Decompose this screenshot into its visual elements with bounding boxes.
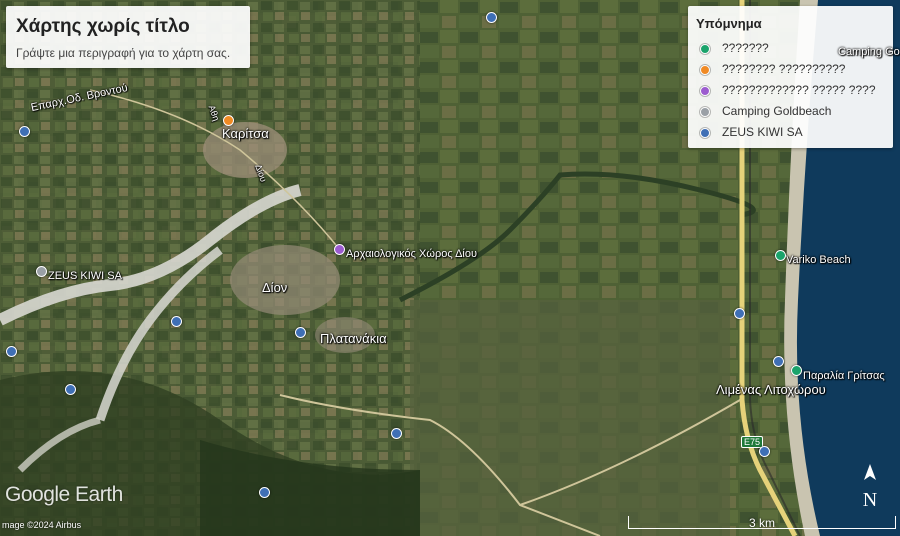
orange-place-pin[interactable] xyxy=(223,115,234,126)
purple-landmark-pin[interactable] xyxy=(334,244,345,255)
place-label-variko-beach: Variko Beach xyxy=(786,254,851,266)
legend-item[interactable]: ??????? xyxy=(700,41,769,57)
highway-shield-e75: E75 xyxy=(741,436,764,448)
legend-item[interactable]: ZEUS KIWI SA xyxy=(700,125,803,141)
blue-business-icon xyxy=(700,127,710,138)
map-description: Γράψτε μια περιγραφή για το χάρτη σας. xyxy=(16,46,231,60)
town-label-dion: Δίον xyxy=(262,280,288,295)
map-title-card[interactable]: Χάρτης χωρίς τίτλο Γράψτε μια περιγραφή … xyxy=(6,6,250,68)
green-beach-pin-gritsas[interactable] xyxy=(791,365,802,376)
purple-landmark-icon xyxy=(700,85,710,96)
google-earth-logo: Google Earth xyxy=(5,483,123,506)
town-label-karitsa: Καρίτσα xyxy=(222,126,269,141)
green-place-icon xyxy=(700,43,710,54)
compass-north-icon[interactable]: N xyxy=(854,462,886,516)
compass-letter: N xyxy=(863,489,877,511)
imagery-copyright: mage ©2024 Airbus xyxy=(2,520,82,530)
blue-pin[interactable] xyxy=(19,126,30,137)
gray-camping-icon xyxy=(700,106,710,117)
place-label-paralia-gritsas: Παραλία Γρίτσας xyxy=(803,370,885,382)
blue-pin[interactable] xyxy=(773,356,784,367)
legend-heading: Υπόμνημα xyxy=(696,16,762,31)
scale-bar: 3 km xyxy=(628,516,896,530)
legend-item-label: ????????????? ????? ???? xyxy=(722,83,876,97)
legend-panel: Υπόμνημα ??????? ???????? ?????????? ???… xyxy=(688,6,893,148)
blue-pin[interactable] xyxy=(295,327,306,338)
blue-pin[interactable] xyxy=(486,12,497,23)
legend-item[interactable]: ????????????? ????? ???? xyxy=(700,83,876,99)
gray-business-pin[interactable] xyxy=(36,266,47,277)
blue-pin[interactable] xyxy=(391,428,402,439)
blue-pin[interactable] xyxy=(259,487,270,498)
place-label-camping-partial: Camping Go xyxy=(838,46,900,58)
green-beach-pin-variko[interactable] xyxy=(775,250,786,261)
blue-pin[interactable] xyxy=(734,308,745,319)
blue-pin[interactable] xyxy=(6,346,17,357)
scale-bar-label: 3 km xyxy=(748,516,775,530)
blue-pin[interactable] xyxy=(759,446,770,457)
legend-item[interactable]: Camping Goldbeach xyxy=(700,104,831,120)
town-label-limenas-litochorou: Λιμένας Λιτοχώρου xyxy=(716,382,826,397)
legend-item[interactable]: ???????? ?????????? xyxy=(700,62,845,78)
place-label-archaeological-site: Αρχαιολογικός Χώρος Δίου xyxy=(346,248,477,260)
map-title: Χάρτης χωρίς τίτλο xyxy=(16,16,190,37)
town-label-platanakia: Πλατανάκια xyxy=(320,331,387,346)
blue-pin[interactable] xyxy=(65,384,76,395)
legend-item-label: ??????? xyxy=(722,41,769,55)
place-label-zeus-kiwi: ZEUS KIWI SA xyxy=(48,270,122,282)
legend-item-label: ???????? ?????????? xyxy=(722,62,846,76)
blue-pin[interactable] xyxy=(171,316,182,327)
orange-place-icon xyxy=(700,64,710,75)
legend-item-label: Camping Goldbeach xyxy=(722,104,832,118)
legend-item-label: ZEUS KIWI SA xyxy=(722,125,803,139)
